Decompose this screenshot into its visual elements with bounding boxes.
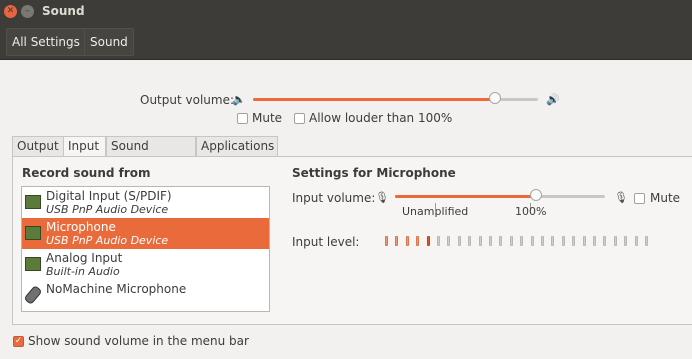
level-segment <box>457 236 461 246</box>
level-segment <box>395 236 399 246</box>
level-segment <box>437 236 440 246</box>
tab-sound-effects[interactable]: Sound Effects <box>106 136 196 172</box>
input-volume-knob[interactable] <box>529 189 542 201</box>
level-segment <box>634 236 638 246</box>
level-segment <box>416 236 420 246</box>
allow-louder-label: Allow louder than 100% <box>309 111 453 125</box>
device-name: Analog Input <box>46 251 123 265</box>
level-segment <box>520 236 524 246</box>
toolbar: All Settings Sound <box>0 24 692 60</box>
device-subtitle: USB PnP Audio Device <box>46 203 169 216</box>
level-segment <box>593 236 596 246</box>
output-mute-checkbox[interactable] <box>237 113 248 124</box>
allow-louder-checkbox[interactable] <box>294 113 305 124</box>
speaker-high-icon: 🔊 <box>546 93 560 106</box>
tab-applications[interactable]: Applications <box>196 136 278 156</box>
level-segment <box>499 236 503 246</box>
hundred-percent-label: 100% <box>515 205 547 218</box>
level-segment <box>405 236 409 246</box>
mic-high-icon: 🎙 <box>614 191 628 204</box>
microphone-icon <box>23 284 43 306</box>
tab-output[interactable]: Output <box>12 136 64 156</box>
level-segment <box>468 236 472 246</box>
level-segment <box>645 236 648 246</box>
level-segment <box>509 236 513 246</box>
level-segment <box>582 236 586 246</box>
level-segment <box>530 236 534 246</box>
level-segment <box>447 236 451 246</box>
sound-card-icon <box>25 257 41 271</box>
show-volume-checkbox[interactable]: ✓ <box>13 336 24 347</box>
input-level-label: Input level: <box>292 235 360 249</box>
sound-card-icon <box>25 226 41 240</box>
output-volume-label: Output volume: <box>140 93 234 107</box>
level-segment <box>385 236 388 246</box>
input-volume-fill <box>395 195 536 198</box>
level-segment <box>478 236 482 246</box>
speaker-low-icon: 🔈 <box>232 93 246 106</box>
mic-low-icon: 🎙 <box>375 191 389 204</box>
device-subtitle: Built-in Audio <box>46 265 120 278</box>
device-item-digital-input[interactable]: Digital Input (S/PDIF) USB PnP Audio Dev… <box>22 187 269 218</box>
device-item-microphone[interactable]: Microphone USB PnP Audio Device <box>22 218 269 249</box>
device-name: Digital Input (S/PDIF) <box>46 189 172 203</box>
level-segment <box>489 236 492 246</box>
window-title: Sound <box>42 4 85 18</box>
tab-input[interactable]: Input <box>63 136 106 157</box>
level-segment <box>613 236 617 246</box>
show-volume-label: Show sound volume in the menu bar <box>28 334 249 348</box>
level-segment <box>624 236 628 246</box>
level-segment <box>426 236 430 246</box>
level-segment <box>572 236 576 246</box>
sound-breadcrumb-button[interactable]: Sound <box>84 28 134 56</box>
level-segment <box>551 236 555 246</box>
output-mute-label: Mute <box>252 111 283 125</box>
input-mute-label: Mute <box>650 191 681 205</box>
level-segment <box>603 236 607 246</box>
level-segment <box>541 236 544 246</box>
input-volume-slider[interactable] <box>395 189 605 201</box>
device-name: NoMachine Microphone <box>46 282 187 296</box>
sound-card-icon <box>25 195 41 209</box>
device-list: Digital Input (S/PDIF) USB PnP Audio Dev… <box>21 186 270 312</box>
device-subtitle: USB PnP Audio Device <box>46 234 169 247</box>
device-item-nomachine-microphone[interactable]: NoMachine Microphone <box>22 280 269 311</box>
settings-heading: Settings for Microphone <box>292 166 456 180</box>
device-name: Microphone <box>46 220 116 234</box>
minimize-icon[interactable]: – <box>21 5 34 18</box>
level-segment <box>561 236 565 246</box>
unamplified-label: Unamplified <box>402 205 469 218</box>
output-volume-knob[interactable] <box>489 92 502 104</box>
output-volume-slider[interactable] <box>253 92 538 104</box>
title-bar: ✕ – Sound <box>0 0 692 24</box>
all-settings-button[interactable]: All Settings <box>6 28 86 56</box>
input-volume-label: Input volume: <box>292 191 376 205</box>
output-volume-fill <box>253 98 496 101</box>
device-item-analog-input[interactable]: Analog Input Built-in Audio <box>22 249 269 280</box>
record-heading: Record sound from <box>22 166 151 180</box>
close-icon[interactable]: ✕ <box>4 5 17 18</box>
input-mute-checkbox[interactable] <box>634 193 645 204</box>
